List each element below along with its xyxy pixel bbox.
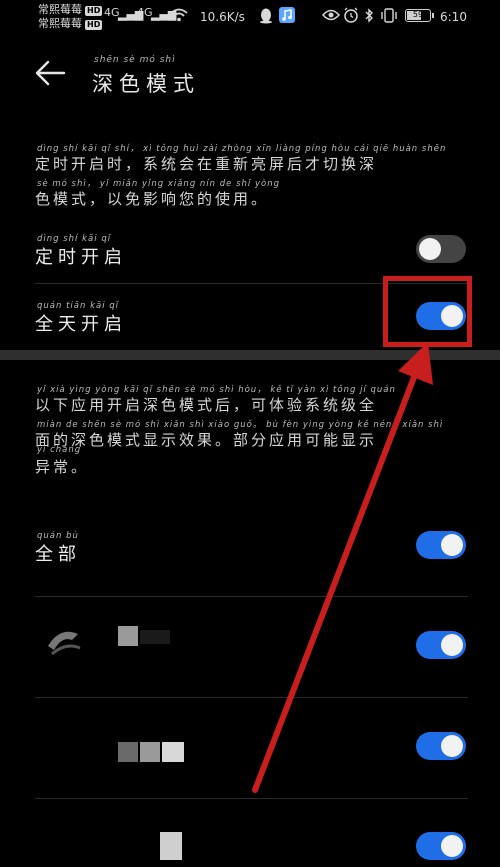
annotation-arrow	[252, 342, 433, 793]
